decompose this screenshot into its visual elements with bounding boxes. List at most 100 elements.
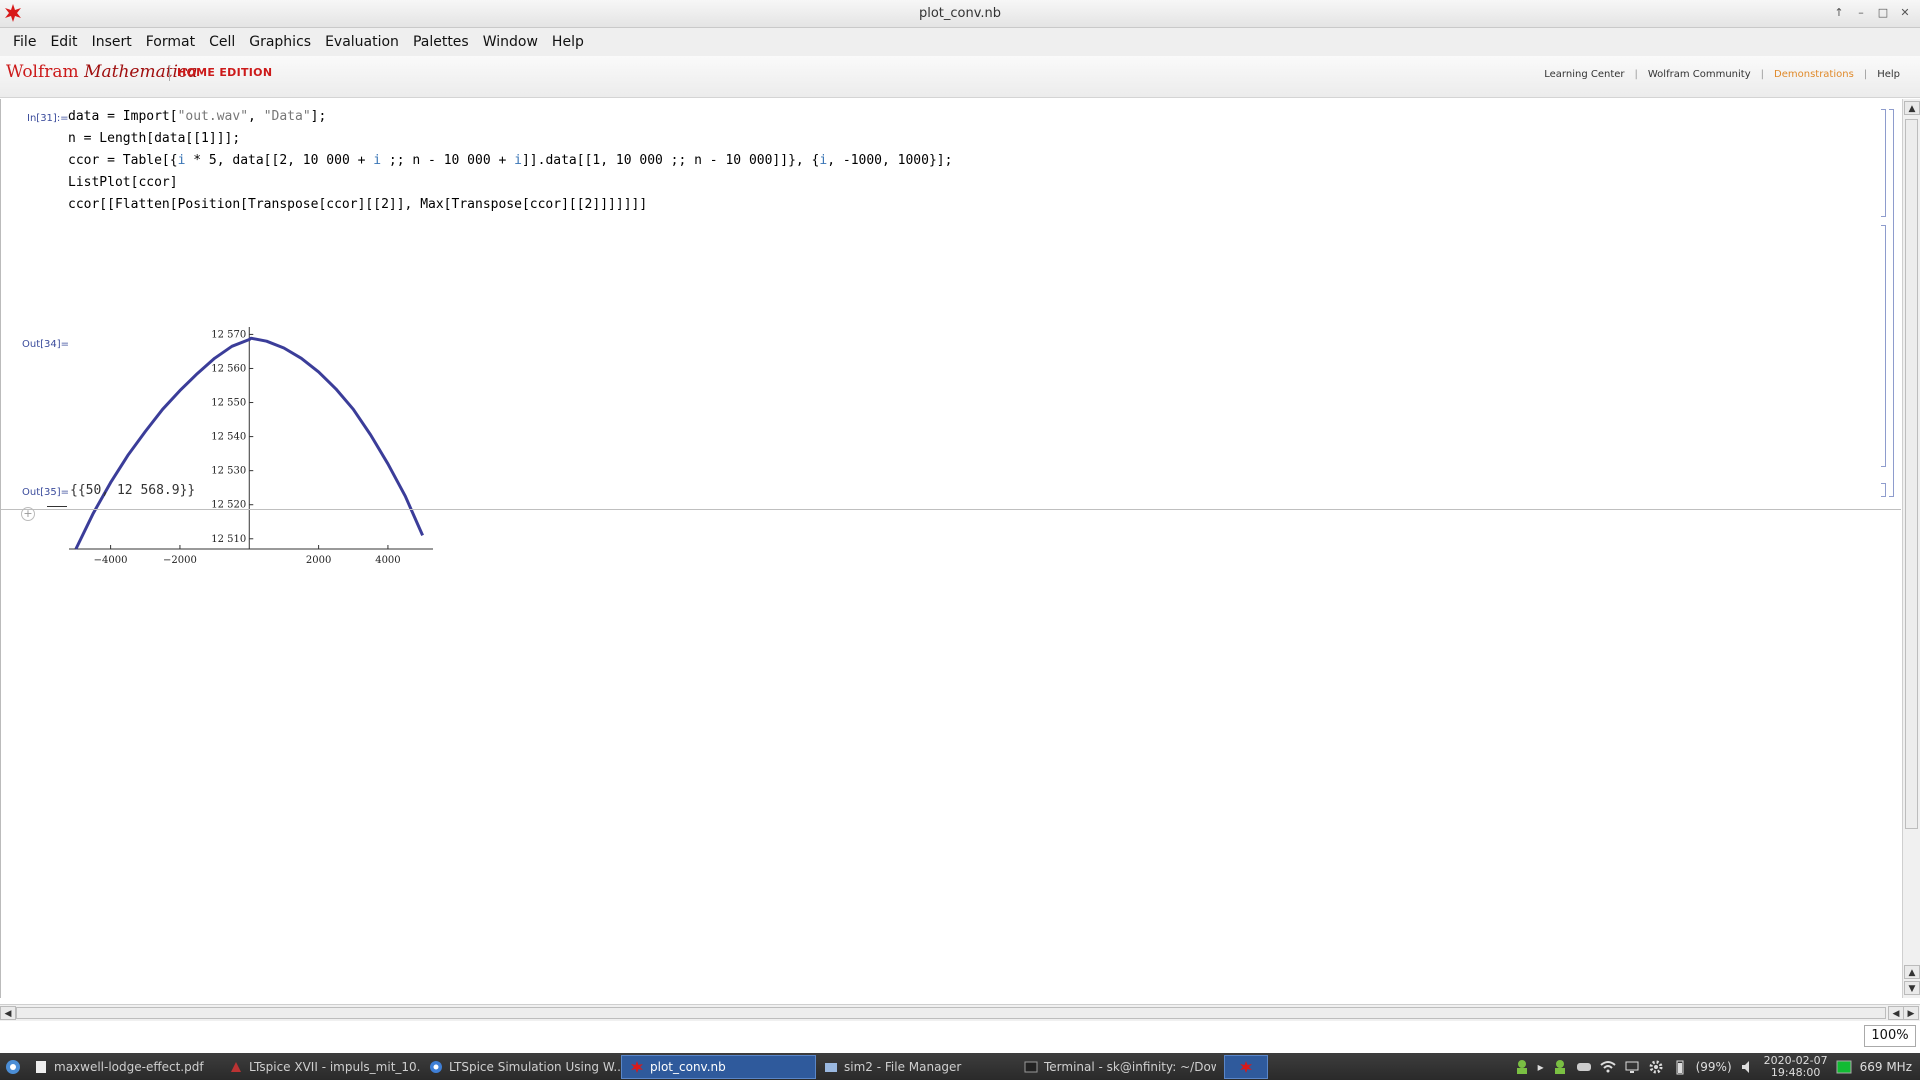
task-mathematica-notification[interactable] bbox=[1224, 1054, 1268, 1079]
link-help[interactable]: Help bbox=[1867, 69, 1910, 80]
battery-icon[interactable] bbox=[1672, 1059, 1688, 1075]
scroll-right-icon[interactable]: ▶ bbox=[1903, 1006, 1919, 1020]
menu-insert[interactable]: Insert bbox=[85, 28, 139, 56]
gamepad-icon[interactable] bbox=[1576, 1059, 1592, 1075]
brand-divider bbox=[169, 65, 170, 81]
cell-bracket-input[interactable] bbox=[1881, 109, 1886, 217]
code-line-5[interactable]: ccor[[Flatten[Position[Transpose[ccor][[… bbox=[68, 197, 647, 212]
code-line-1[interactable]: data = Import["out.wav", "Data"]; bbox=[68, 109, 326, 124]
chart-svg: −4000 −2000 2000 400012 51012 52012 53012 5… bbox=[69, 327, 433, 566]
window-title: plot_conv.nb bbox=[918, 6, 1002, 21]
user-green-icon-2[interactable] bbox=[1552, 1059, 1568, 1075]
x-tick-label: 2000 bbox=[306, 555, 331, 566]
x-tick-label: −2000 bbox=[163, 555, 197, 566]
horizontal-scroll-thumb[interactable] bbox=[16, 1007, 1886, 1019]
output-cell-label-35: Out[35]= bbox=[22, 487, 70, 498]
menu-help[interactable]: Help bbox=[545, 28, 591, 56]
y-tick-label: 12 550 bbox=[211, 398, 246, 409]
window-controls: ↑ – □ ✕ bbox=[1830, 5, 1914, 21]
y-tick-label: 12 530 bbox=[211, 466, 246, 477]
cell-bracket-output-34[interactable] bbox=[1881, 225, 1886, 467]
task-pdf-viewer[interactable]: maxwell-lodge-effect.pdf bbox=[26, 1055, 221, 1079]
cell-group-bracket[interactable] bbox=[1889, 109, 1894, 497]
title-bar: plot_conv.nb ↑ – □ ✕ bbox=[0, 0, 1920, 28]
menu-bar: File Edit Insert Format Cell Graphics Ev… bbox=[0, 28, 1920, 56]
cpu-monitor-icon[interactable] bbox=[1836, 1059, 1852, 1075]
cell-cursor bbox=[47, 506, 67, 507]
menu-cell[interactable]: Cell bbox=[202, 28, 242, 56]
task-terminal[interactable]: Terminal - sk@infinity: ~/Dow... bbox=[1016, 1055, 1216, 1079]
volume-icon[interactable] bbox=[1740, 1059, 1756, 1075]
wifi-icon[interactable] bbox=[1599, 1059, 1616, 1075]
y-tick-label: 12 510 bbox=[211, 534, 246, 545]
code-line-4[interactable]: ListPlot[ccor] bbox=[68, 175, 178, 190]
menu-file[interactable]: File bbox=[6, 28, 43, 56]
output-value[interactable]: {{50, 12 568.9}} bbox=[70, 483, 195, 498]
y-tick-label: 12 560 bbox=[211, 363, 246, 374]
ltspice-icon bbox=[231, 1061, 241, 1072]
task-mathematica[interactable]: plot_conv.nb bbox=[621, 1054, 816, 1079]
mathematica-icon bbox=[1240, 1060, 1252, 1073]
menu-palettes[interactable]: Palettes bbox=[406, 28, 476, 56]
folder-icon bbox=[825, 1062, 837, 1072]
vertical-scroll-thumb[interactable] bbox=[1905, 119, 1918, 829]
zoom-level[interactable]: 100% bbox=[1864, 1025, 1916, 1047]
task-ltspice[interactable]: LTspice XVII - impuls_mit_10... bbox=[221, 1055, 421, 1079]
system-tray: ▸ (99%) 2020-02-07 19:48:00 669 MHz bbox=[1514, 1053, 1920, 1080]
input-cell-label: In[31]:= bbox=[27, 113, 69, 124]
y-tick-label: 12 540 bbox=[211, 432, 246, 443]
scroll-left-icon-2[interactable]: ◀ bbox=[1888, 1006, 1904, 1020]
settings-icon[interactable] bbox=[1648, 1059, 1664, 1075]
task-file-manager[interactable]: sim2 - File Manager bbox=[816, 1055, 1016, 1079]
menu-evaluation[interactable]: Evaluation bbox=[318, 28, 406, 56]
cell-bracket-output-35[interactable] bbox=[1881, 483, 1886, 497]
task-browser[interactable]: LTSpice Simulation Using W... bbox=[421, 1055, 621, 1079]
x-tick-label: 4000 bbox=[375, 555, 400, 566]
mathematica-window: plot_conv.nb ↑ – □ ✕ File Edit Insert Fo… bbox=[0, 0, 1920, 1080]
scroll-down-icon-2[interactable]: ▼ bbox=[1904, 981, 1920, 995]
brand-links: Learning Center | Wolfram Community | De… bbox=[1534, 69, 1910, 80]
clock[interactable]: 2020-02-07 19:48:00 bbox=[1763, 1053, 1828, 1079]
scroll-left-icon[interactable]: ◀ bbox=[0, 1006, 16, 1020]
document-icon bbox=[36, 1060, 46, 1073]
menu-graphics[interactable]: Graphics bbox=[242, 28, 318, 56]
chart-ticks: −4000 −2000 2000 400012 51012 52012 53012 5… bbox=[94, 329, 401, 566]
y-tick-label: 12 570 bbox=[211, 329, 246, 340]
menu-window[interactable]: Window bbox=[476, 28, 545, 56]
chart-axes bbox=[69, 327, 433, 550]
scroll-down-icon[interactable]: ▲ bbox=[1904, 965, 1920, 979]
brand-name-plain: Wolfram bbox=[6, 62, 85, 82]
cell-insertion-line bbox=[1, 509, 1901, 510]
clock-date: 2020-02-07 bbox=[1763, 1053, 1828, 1067]
terminal-icon bbox=[1024, 1061, 1038, 1072]
start-menu-icon[interactable] bbox=[0, 1053, 26, 1080]
link-wolfram-community[interactable]: Wolfram Community bbox=[1638, 69, 1761, 80]
tray-expand-icon[interactable]: ▸ bbox=[1538, 1060, 1544, 1074]
user-green-icon[interactable] bbox=[1514, 1059, 1530, 1075]
close-icon[interactable]: ✕ bbox=[1896, 5, 1914, 21]
brand-edition: HOME EDITION bbox=[177, 66, 273, 79]
brand-bar: Wolfram Mathematica HOME EDITION Learnin… bbox=[0, 56, 1920, 98]
vertical-scrollbar[interactable]: ▲ ▲ ▼ bbox=[1902, 99, 1920, 998]
code-line-2[interactable]: n = Length[data[[1]]]; bbox=[68, 131, 240, 146]
clock-time: 19:48:00 bbox=[1770, 1065, 1821, 1079]
scroll-up-icon[interactable]: ▲ bbox=[1904, 101, 1920, 115]
x-tick-label: −4000 bbox=[94, 555, 128, 566]
taskbar: maxwell-lodge-effect.pdf LTspice XVII - … bbox=[0, 1053, 1920, 1080]
add-cell-icon[interactable]: + bbox=[21, 507, 35, 521]
network-icon[interactable] bbox=[1624, 1059, 1640, 1075]
chrome-icon bbox=[430, 1060, 442, 1073]
battery-percent: (99%) bbox=[1695, 1059, 1732, 1074]
listplot-chart[interactable]: −4000 −2000 2000 4000 12 510 12 520 12 530 12 5… bbox=[61, 323, 441, 573]
maximize-icon[interactable]: □ bbox=[1874, 5, 1892, 21]
shade-icon[interactable]: ↑ bbox=[1830, 5, 1848, 21]
menu-format[interactable]: Format bbox=[139, 28, 202, 56]
notebook-area[interactable]: In[31]:= data = Import["out.wav", "Data"… bbox=[0, 99, 1902, 998]
code-line-3[interactable]: ccor = Table[{i * 5, data[[2, 10 000 + i… bbox=[68, 153, 952, 168]
menu-edit[interactable]: Edit bbox=[43, 28, 84, 56]
link-learning-center[interactable]: Learning Center bbox=[1534, 69, 1634, 80]
minimize-icon[interactable]: – bbox=[1852, 5, 1870, 21]
mathematica-icon bbox=[631, 1060, 643, 1073]
link-demonstrations[interactable]: Demonstrations bbox=[1764, 69, 1864, 80]
horizontal-scrollbar[interactable]: ◀ ◀ ▶ bbox=[0, 1004, 1920, 1021]
